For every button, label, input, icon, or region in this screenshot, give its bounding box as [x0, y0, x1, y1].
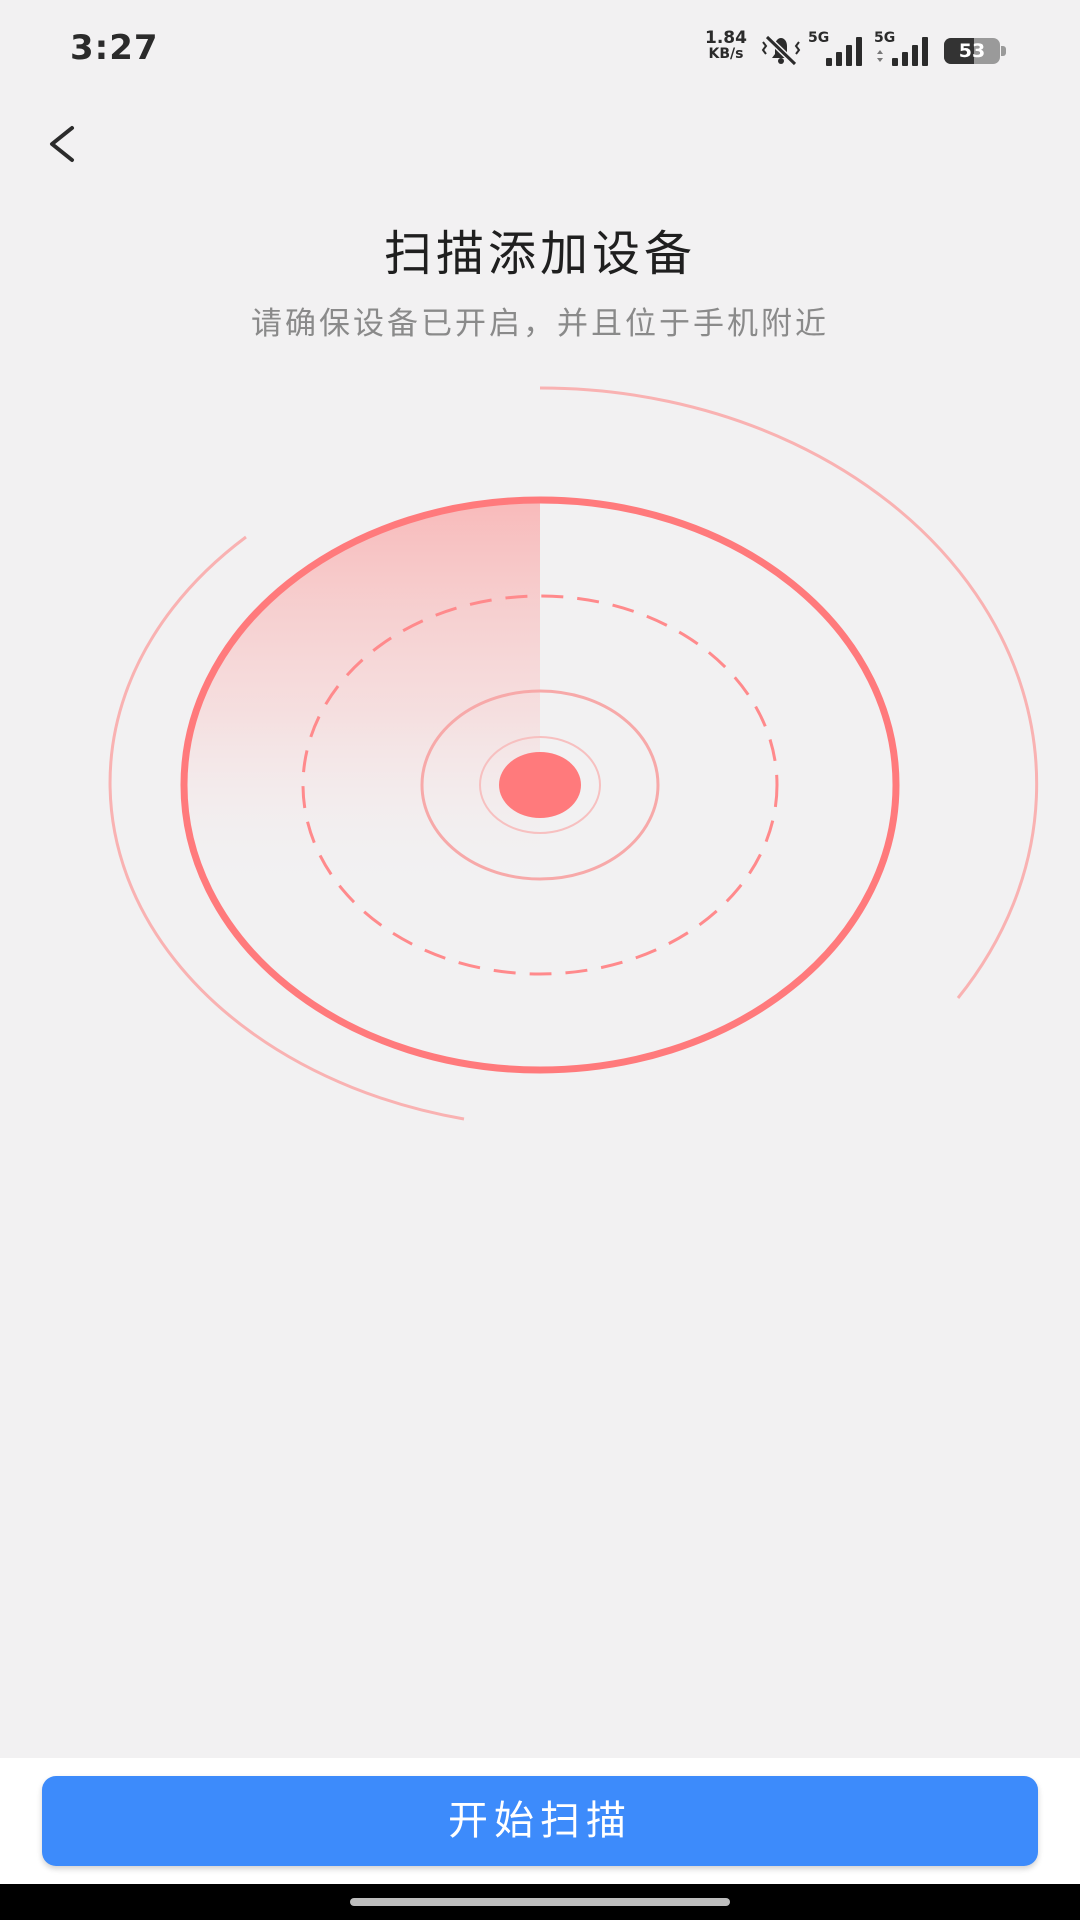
back-button[interactable] [36, 112, 92, 176]
battery-icon: 53 [944, 38, 1006, 64]
page-subtitle: 请确保设备已开启，并且位于手机附近 [251, 306, 829, 342]
home-gesture-handle[interactable] [350, 1898, 730, 1906]
signal-icon: 5G [874, 30, 932, 68]
radar-center-dot [499, 752, 581, 818]
radar-illustration [0, 360, 1080, 1140]
network-speed-unit: KB/s [708, 46, 744, 62]
network-speed: 1.84 KB/s [700, 28, 752, 63]
signal-icon: 5G [808, 30, 866, 68]
radar-outer-arc [539, 386, 1039, 999]
status-bar: 3:27 1.84 KB/s 5G 5G 53 [0, 0, 1080, 100]
radar-sweep [184, 500, 540, 895]
battery-level: 53 [958, 40, 986, 62]
status-time: 3:27 [70, 28, 159, 68]
network-speed-value: 1.84 [705, 28, 747, 48]
start-scan-button[interactable]: 开始扫描 [42, 1776, 1038, 1866]
mute-bell-icon [758, 32, 804, 68]
chevron-left-icon [50, 126, 74, 162]
page-title: 扫描添加设备 [383, 226, 696, 282]
